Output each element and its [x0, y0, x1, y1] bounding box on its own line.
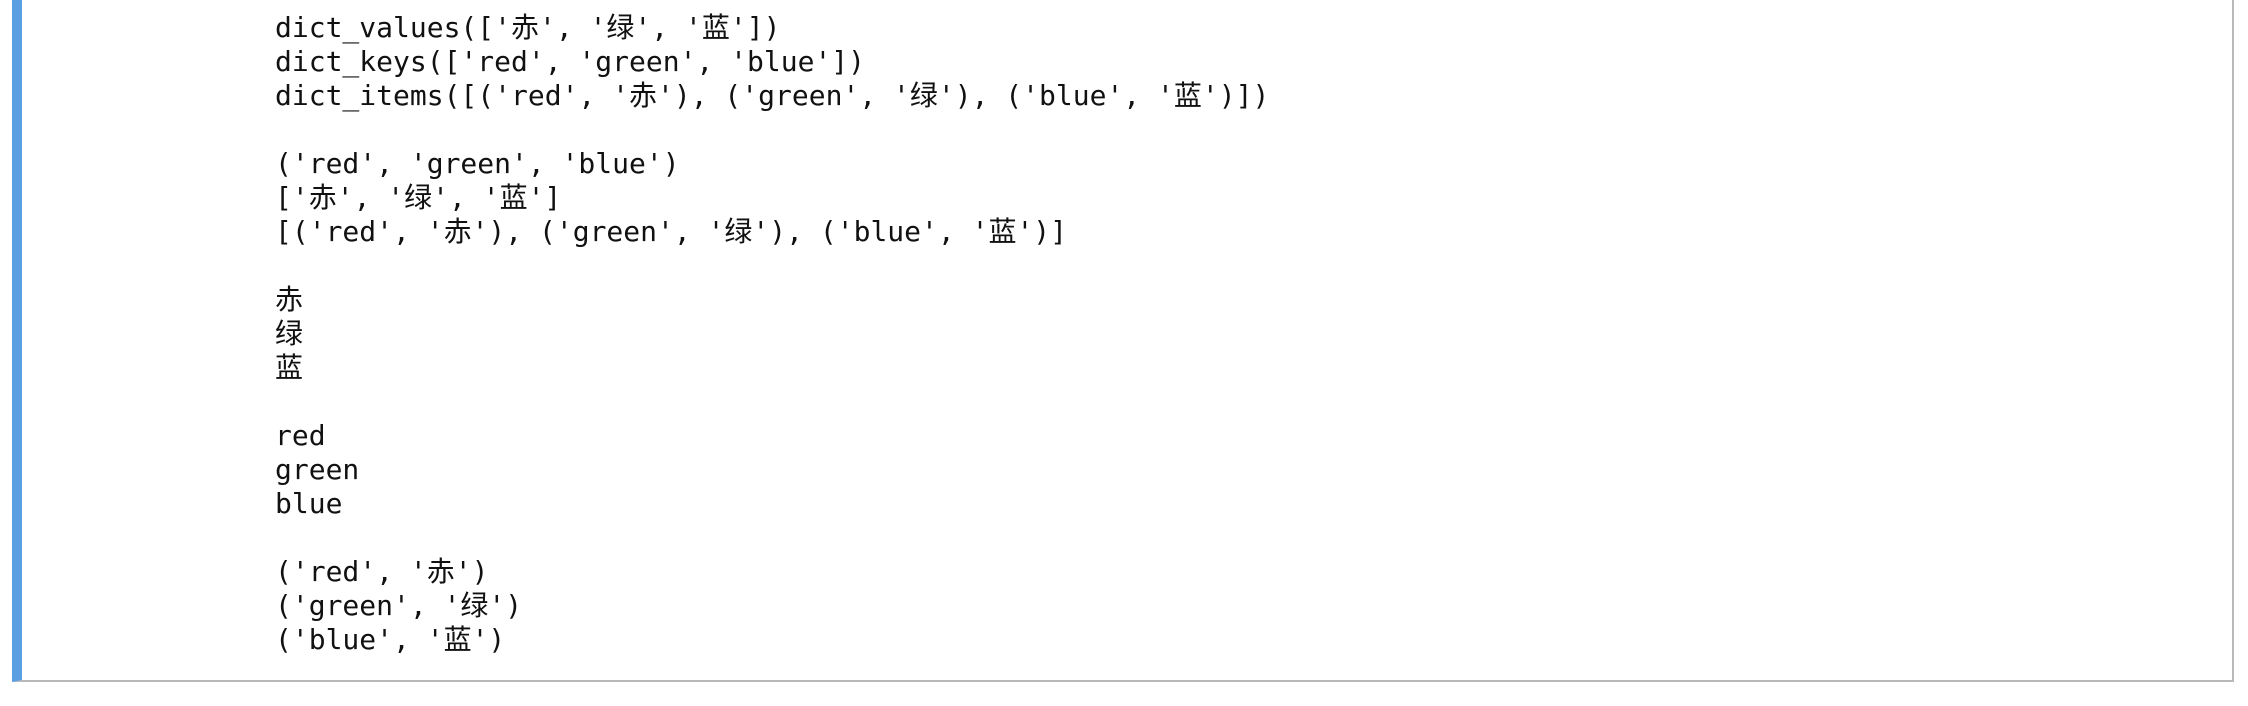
output-line: ['赤', '绿', '蓝']: [275, 181, 562, 214]
output-line: 绿: [275, 317, 304, 350]
output-line: blue: [275, 487, 343, 520]
program-output-text: dict_values(['赤', '绿', '蓝']) dict_keys(['…: [275, 11, 1269, 657]
output-line: [('red', '赤'), ('green', '绿'), ('blue', …: [275, 215, 1068, 248]
output-line: red: [275, 419, 326, 452]
output-line: ('blue', '蓝'): [275, 623, 506, 656]
output-line: green: [275, 453, 360, 486]
output-line: ('green', '绿'): [275, 589, 523, 622]
output-line: ('red', 'green', 'blue'): [275, 147, 680, 180]
output-line: ('red', '赤'): [275, 555, 489, 588]
output-line: 蓝: [275, 351, 304, 384]
output-line: 赤: [275, 283, 304, 316]
output-line: dict_items([('red', '赤'), ('green', '绿')…: [275, 79, 1270, 112]
output-line: dict_values(['赤', '绿', '蓝']): [275, 11, 781, 44]
output-line: dict_keys(['red', 'green', 'blue']): [275, 45, 866, 78]
program-output-panel: dict_values(['赤', '绿', '蓝']) dict_keys(['…: [12, 0, 2234, 682]
